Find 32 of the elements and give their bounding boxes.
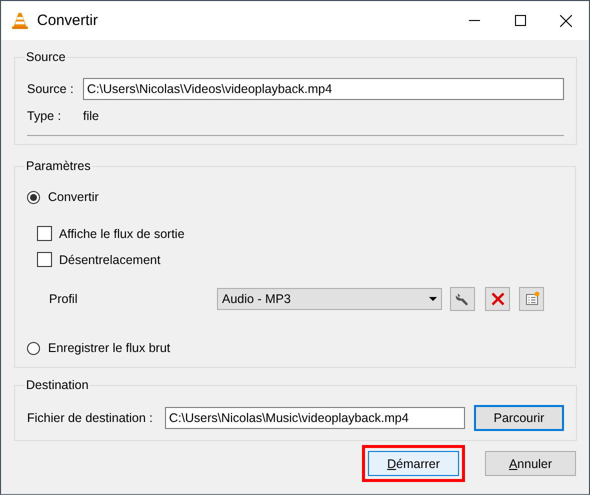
list-icon (524, 291, 540, 307)
delete-profile-button[interactable] (485, 287, 510, 311)
field-label: Fichier de destination : (27, 411, 154, 425)
destination-field[interactable]: C:\Users\Nicolas\Music\videoplayback.mp4 (165, 407, 465, 429)
maximize-icon (514, 15, 526, 26)
source-field[interactable]: C:\Users\Nicolas\Videos\videoplayback.mp4 (83, 78, 564, 100)
radio-button[interactable] (27, 342, 40, 354)
profile-dropdown[interactable]: Audio - MP3 (217, 288, 442, 310)
wrench-icon (454, 291, 470, 307)
field-label: Type : (27, 109, 62, 123)
checkbox[interactable] (37, 226, 52, 241)
field-label: Source : (27, 82, 75, 96)
checkbox[interactable] (37, 252, 52, 267)
close-icon (560, 14, 572, 26)
browse-button[interactable]: Parcourir (474, 405, 564, 431)
group-title: Paramètres (26, 159, 91, 173)
cross-icon (490, 292, 504, 306)
app-logo-icon (11, 12, 29, 30)
radio-label: Convertir (48, 190, 99, 204)
type-value: file (83, 109, 99, 123)
new-profile-button[interactable] (519, 287, 544, 311)
cancel-button[interactable]: Annuler (485, 451, 576, 476)
checkbox-label: Désentrelacement (59, 252, 160, 266)
window-title: Convertir (37, 12, 99, 29)
radio-label: Enregistrer le flux brut (48, 341, 170, 355)
group-title: Source (26, 50, 66, 64)
group-title: Destination (26, 378, 89, 392)
caret-icon (429, 297, 437, 301)
profile-label: Profil (49, 292, 78, 306)
checkbox-label: Affiche le flux de sortie (59, 226, 185, 240)
edit-profile-button[interactable] (450, 287, 475, 311)
radio-button[interactable] (27, 190, 40, 204)
